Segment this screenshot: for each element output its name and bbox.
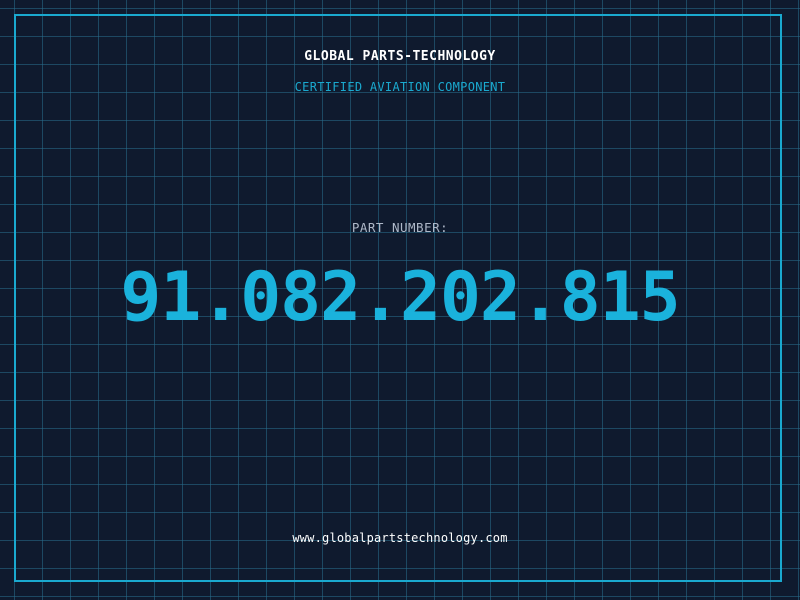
part-number-label: PART NUMBER: bbox=[351, 220, 449, 235]
part-label-card: GLOBAL PARTS-TECHNOLOGY CERTIFIED AVIATI… bbox=[0, 0, 800, 600]
website-url: www.globalpartstechnology.com bbox=[292, 531, 508, 545]
part-number-value: 91.082.202.815 bbox=[120, 258, 680, 337]
company-name: GLOBAL PARTS-TECHNOLOGY bbox=[304, 49, 496, 64]
certification-tagline: CERTIFIED AVIATION COMPONENT bbox=[294, 80, 506, 94]
